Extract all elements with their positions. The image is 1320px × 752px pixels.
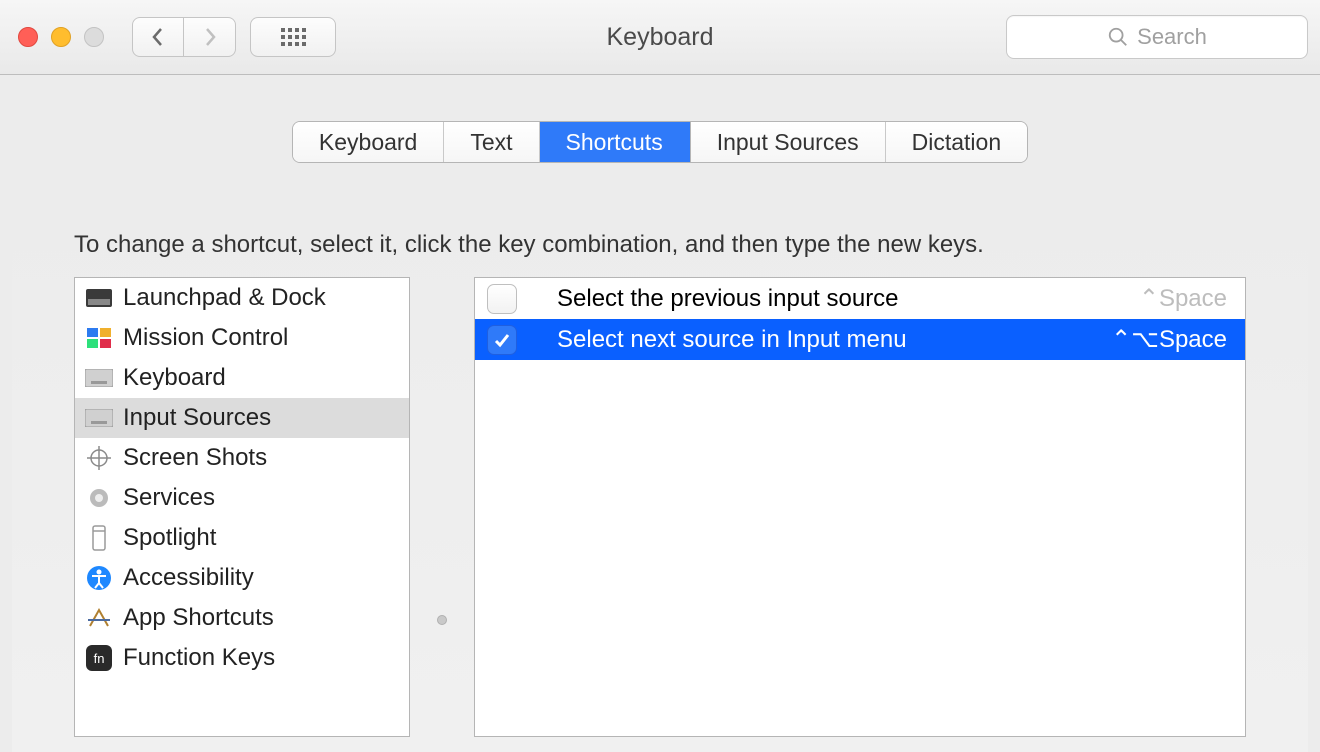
shortcut-list[interactable]: Select the previous input source ⌃Space … bbox=[474, 277, 1246, 737]
category-services[interactable]: Services bbox=[75, 478, 409, 518]
gear-icon bbox=[85, 484, 113, 512]
crosshair-icon bbox=[85, 444, 113, 472]
keyboard-icon bbox=[85, 364, 113, 392]
category-label: Function Keys bbox=[123, 644, 275, 672]
tabs-wrap: Keyboard Text Shortcuts Input Sources Di… bbox=[0, 121, 1320, 163]
mission-control-icon bbox=[85, 324, 113, 352]
shortcut-checkbox[interactable] bbox=[487, 325, 517, 355]
window-title: Keyboard bbox=[606, 23, 713, 52]
app-shortcuts-icon bbox=[85, 604, 113, 632]
category-keyboard[interactable]: Keyboard bbox=[75, 358, 409, 398]
shortcut-label: Select the previous input source bbox=[557, 285, 1139, 313]
fn-icon: fn bbox=[85, 644, 113, 672]
keyboard-icon bbox=[85, 404, 113, 432]
tab-shortcuts[interactable]: Shortcuts bbox=[540, 122, 690, 162]
category-label: Accessibility bbox=[123, 564, 254, 592]
shortcut-row-prev-input-source[interactable]: Select the previous input source ⌃Space bbox=[475, 278, 1245, 319]
tab-dictation[interactable]: Dictation bbox=[886, 122, 1027, 162]
category-mission-control[interactable]: Mission Control bbox=[75, 318, 409, 358]
content: Keyboard Text Shortcuts Input Sources Di… bbox=[0, 121, 1320, 752]
category-label: Screen Shots bbox=[123, 444, 267, 472]
divider-grip-icon bbox=[437, 615, 447, 625]
svg-text:fn: fn bbox=[94, 651, 105, 666]
category-spotlight[interactable]: Spotlight bbox=[75, 518, 409, 558]
tabs: Keyboard Text Shortcuts Input Sources Di… bbox=[292, 121, 1028, 163]
back-button[interactable] bbox=[132, 17, 184, 57]
category-label: Services bbox=[123, 484, 215, 512]
shortcut-key[interactable]: ⌃Space bbox=[1139, 284, 1227, 313]
category-screen-shots[interactable]: Screen Shots bbox=[75, 438, 409, 478]
category-input-sources[interactable]: Input Sources bbox=[75, 398, 409, 438]
accessibility-icon bbox=[85, 564, 113, 592]
tab-text[interactable]: Text bbox=[444, 122, 539, 162]
forward-button bbox=[184, 17, 236, 57]
category-app-shortcuts[interactable]: App Shortcuts bbox=[75, 598, 409, 638]
search-field[interactable]: Search bbox=[1006, 15, 1308, 59]
category-label: Launchpad & Dock bbox=[123, 284, 326, 312]
instruction-text: To change a shortcut, select it, click t… bbox=[74, 231, 1246, 259]
window-controls bbox=[18, 27, 104, 47]
category-list[interactable]: Launchpad & Dock Mission Control bbox=[74, 277, 410, 737]
nav-back-forward bbox=[132, 17, 236, 57]
close-window-button[interactable] bbox=[18, 27, 38, 47]
tab-input-sources[interactable]: Input Sources bbox=[690, 122, 886, 162]
split-view: Launchpad & Dock Mission Control bbox=[74, 277, 1246, 737]
category-label: Input Sources bbox=[123, 404, 271, 432]
tab-keyboard[interactable]: Keyboard bbox=[293, 122, 444, 162]
category-accessibility[interactable]: Accessibility bbox=[75, 558, 409, 598]
minimize-window-button[interactable] bbox=[51, 27, 71, 47]
shortcut-checkbox[interactable] bbox=[487, 284, 517, 314]
shortcut-row-next-input-source[interactable]: Select next source in Input menu ⌃⌥Space bbox=[475, 319, 1245, 360]
zoom-window-button bbox=[84, 27, 104, 47]
shortcut-key[interactable]: ⌃⌥Space bbox=[1111, 325, 1227, 354]
category-label: Keyboard bbox=[123, 364, 226, 392]
show-all-button[interactable] bbox=[250, 17, 336, 57]
shortcut-label: Select next source in Input menu bbox=[557, 326, 1111, 354]
category-function-keys[interactable]: fn Function Keys bbox=[75, 638, 409, 678]
category-label: App Shortcuts bbox=[123, 604, 274, 632]
grid-icon bbox=[281, 28, 306, 46]
category-launchpad[interactable]: Launchpad & Dock bbox=[75, 278, 409, 318]
search-icon bbox=[1107, 26, 1129, 48]
titlebar: Keyboard Search bbox=[0, 0, 1320, 75]
launchpad-icon bbox=[85, 284, 113, 312]
spotlight-icon bbox=[85, 524, 113, 552]
category-label: Mission Control bbox=[123, 324, 288, 352]
category-label: Spotlight bbox=[123, 524, 216, 552]
shortcuts-panel: To change a shortcut, select it, click t… bbox=[12, 175, 1308, 752]
split-divider[interactable] bbox=[436, 277, 448, 737]
search-placeholder: Search bbox=[1137, 24, 1207, 50]
